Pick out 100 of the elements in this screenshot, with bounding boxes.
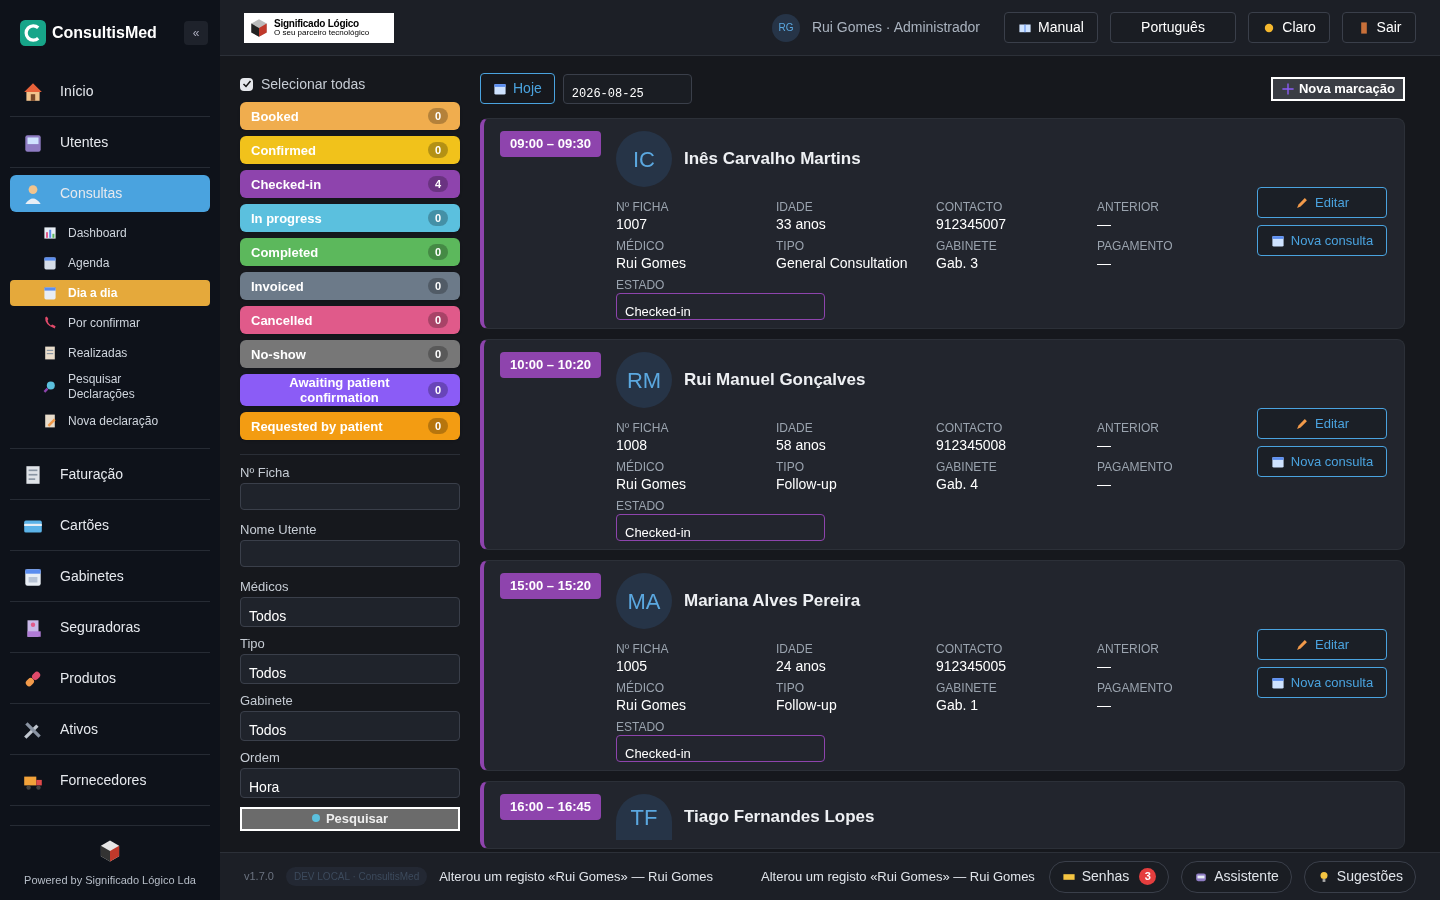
field-value: 912345005 — [936, 657, 1008, 675]
input-field[interactable] — [240, 483, 460, 510]
status-select[interactable]: Checked-in — [616, 514, 825, 541]
status-filter[interactable]: Invoiced 0 — [240, 272, 460, 300]
card-action-button[interactable]: Nova consulta — [1257, 225, 1387, 256]
sidebar-item[interactable]: Gabinetes — [10, 558, 210, 595]
sidebar-subitem[interactable]: Por confirmar — [10, 310, 210, 336]
field-label: MÉDICO — [616, 238, 665, 254]
status-filter[interactable]: In progress 0 — [240, 204, 460, 232]
field-value: 912345008 — [936, 436, 1008, 454]
card-action-button[interactable]: Nova consulta — [1257, 446, 1387, 477]
field-label: ESTADO — [616, 719, 666, 735]
header-button[interactable]: Manual — [1004, 12, 1098, 43]
field-value: — — [1097, 475, 1112, 493]
status-filter[interactable]: Cancelled 0 — [240, 306, 460, 334]
sidebar-subitem[interactable]: Realizadas — [10, 340, 210, 366]
sidebar-item[interactable]: Fornecedores — [10, 762, 210, 799]
collapse-button[interactable]: « — [184, 21, 208, 45]
sidebar-subitem[interactable]: Agenda — [10, 250, 210, 276]
sidebar-item[interactable]: Faturação — [10, 456, 210, 493]
field-label: ANTERIOR — [1097, 199, 1160, 215]
sidebar-subitem[interactable]: Pesquisar Declarações — [10, 370, 210, 404]
logo-tagline: O seu parceiro tecnológico — [274, 28, 370, 37]
select-field[interactable]: Todos — [240, 597, 460, 627]
field-label: CONTACTO — [936, 199, 1004, 215]
status-filter[interactable]: Checked-in 4 — [240, 170, 460, 198]
field-label: Nº FICHA — [616, 199, 670, 215]
new-appointment-button[interactable]: Nova marcação — [1270, 76, 1405, 101]
field-label: IDADE — [776, 420, 814, 436]
field-value: Rui Gomes — [616, 696, 688, 714]
select-field[interactable]: Todos — [240, 711, 460, 741]
patient-name: Tiago Fernandes Lopes — [684, 806, 875, 829]
header-button[interactable]: Claro — [1248, 12, 1330, 43]
card-action-button[interactable]: Editar — [1257, 187, 1387, 218]
powered-by-text: Powered by Significado Lógico Lda — [24, 872, 196, 888]
field-label: Nº FICHA — [616, 420, 670, 436]
status-label: Awaiting patient confirmation — [288, 375, 391, 405]
field-value: Gab. 4 — [936, 475, 980, 493]
patient-name: Rui Manuel Gonçalves — [684, 369, 866, 392]
document-icon — [42, 345, 58, 361]
sidebar-item[interactable]: Cartões — [10, 507, 210, 544]
card-action-button[interactable]: Nova consulta — [1257, 667, 1387, 698]
header-button[interactable]: Português — [1110, 12, 1236, 43]
sidebar-item[interactable]: Utentes — [10, 124, 210, 161]
patient-avatar: RM — [616, 352, 672, 408]
field-label: TIPO — [776, 238, 805, 254]
status-filter[interactable]: Awaiting patient confirmation 0 — [240, 374, 460, 406]
field-value: 1008 — [616, 436, 649, 454]
footer-button[interactable]: Senhas 3 — [1048, 860, 1170, 893]
status-select[interactable]: Checked-in — [616, 293, 825, 320]
field-value: 1007 — [616, 215, 649, 233]
field-label: Médicos — [240, 579, 290, 595]
input-field[interactable] — [240, 540, 460, 567]
search-button[interactable]: Pesquisar — [240, 807, 460, 831]
count-badge: 4 — [427, 176, 448, 192]
field-label: Nome Utente — [240, 522, 318, 538]
today-button[interactable]: Hoje — [480, 73, 555, 104]
sidebar-item[interactable]: Produtos — [10, 660, 210, 697]
sidebar-subitem[interactable]: Dashboard — [10, 220, 210, 246]
status-label: In progress — [251, 210, 323, 226]
select-field[interactable]: Todos — [240, 654, 460, 684]
status-select[interactable]: Checked-in — [616, 735, 825, 762]
field-value: 912345007 — [936, 215, 1008, 233]
status-filter[interactable]: Requested by patient 0 — [240, 412, 460, 440]
field-value: — — [1097, 696, 1112, 714]
status-label: Booked — [251, 108, 300, 124]
time-badge: 16:00 – 16:45 — [500, 794, 601, 820]
bar-chart-icon — [42, 225, 58, 241]
field-label: Tipo — [240, 636, 266, 652]
time-badge: 15:00 – 15:20 — [500, 573, 601, 599]
status-filter[interactable]: No-show 0 — [240, 340, 460, 368]
activity-text: Alterou um registo «Rui Gomes» — Rui Gomes — [761, 867, 1035, 886]
sidebar-item[interactable]: Ativos — [10, 711, 210, 748]
count-badge: 0 — [427, 244, 448, 260]
sidebar-item[interactable]: Início — [10, 73, 210, 110]
calendar-icon — [1270, 454, 1285, 469]
status-label: No-show — [251, 346, 307, 362]
sidebar-item[interactable]: Seguradoras — [10, 609, 210, 646]
checkbox[interactable] — [240, 77, 253, 91]
patient-avatar: MA — [616, 573, 672, 629]
field-value: Rui Gomes — [616, 254, 688, 272]
patient-avatar: IC — [616, 131, 672, 187]
logo-title: Significado Lógico — [274, 18, 360, 29]
field-value: General Consultation — [776, 254, 909, 272]
calendar-icon — [42, 285, 58, 301]
status-filter[interactable]: Completed 0 — [240, 238, 460, 266]
field-value: — — [1097, 215, 1112, 233]
card-action-button[interactable]: Editar — [1257, 408, 1387, 439]
field-label: GABINETE — [936, 238, 998, 254]
status-label: Completed — [251, 244, 320, 260]
header-button[interactable]: Sair — [1342, 12, 1416, 43]
field-label: PAGAMENTO — [1097, 459, 1174, 475]
footer-button[interactable]: Sugestões — [1303, 860, 1416, 893]
time-badge: 10:00 – 10:20 — [500, 352, 601, 378]
date-field[interactable]: 2026-08-25 — [562, 73, 692, 104]
card-action-button[interactable]: Editar — [1257, 629, 1387, 660]
sidebar-subitem[interactable]: Nova declaração — [10, 408, 210, 434]
footer-button[interactable]: Assistente — [1181, 860, 1292, 893]
field-label: Nº Ficha — [240, 465, 291, 481]
select-field[interactable]: Hora — [240, 768, 460, 798]
